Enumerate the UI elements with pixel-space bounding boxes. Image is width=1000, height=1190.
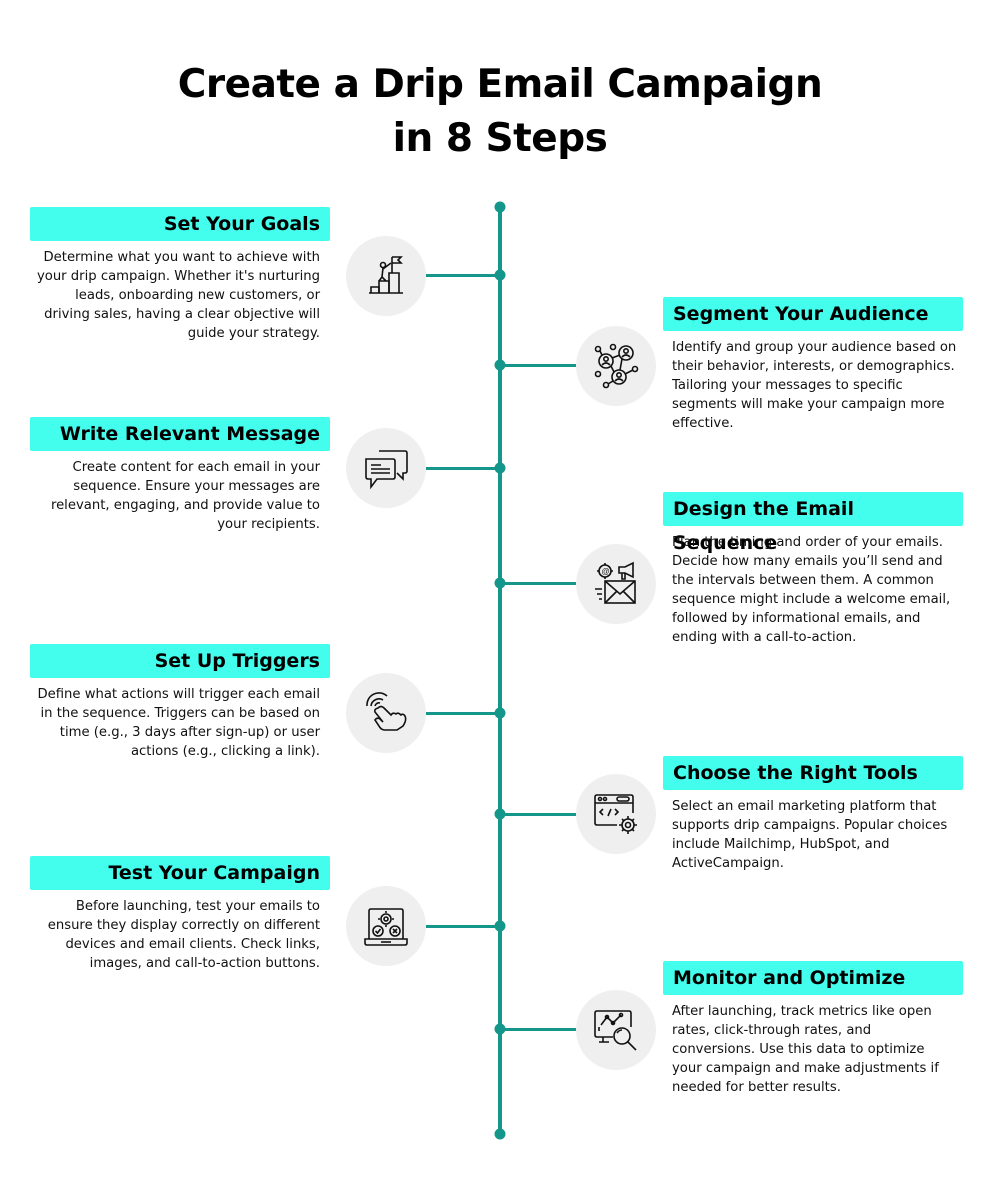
icon-badge — [346, 428, 426, 508]
step-description: Determine what you want to achieve with … — [36, 250, 320, 341]
title-line-1: Create a Drip Email Campaign — [177, 62, 823, 107]
icon-badge — [346, 886, 426, 966]
timeline-dot — [494, 269, 506, 281]
step-description: Plan the timing and order of your emails… — [672, 535, 951, 645]
step-title: Write Relevant Message — [30, 417, 330, 451]
title-line-2: in 8 Steps — [392, 116, 608, 161]
connector — [426, 925, 500, 928]
chat-bubbles-icon — [365, 450, 408, 490]
icon-badge — [576, 990, 656, 1070]
connector — [500, 582, 576, 585]
step-title: Choose the Right Tools — [663, 756, 963, 790]
connector — [500, 364, 576, 367]
email-megaphone-icon: @ — [595, 561, 636, 604]
connector — [426, 712, 500, 715]
step-description: Before launching, test your emails to en… — [47, 899, 320, 971]
step-description: Define what actions will trigger each em… — [37, 687, 320, 759]
step-title: Monitor and Optimize — [663, 961, 963, 995]
step-description: After launching, track metrics like open… — [672, 1004, 939, 1095]
step-description: Select an email marketing platform that … — [672, 799, 948, 871]
tap-hand-icon — [366, 692, 407, 731]
step-title: Design the Email Sequence — [663, 492, 963, 554]
browser-code-gear-icon — [594, 794, 637, 834]
icon-badge: @ — [576, 544, 656, 624]
icon-badge — [576, 774, 656, 854]
timeline-dot — [494, 808, 506, 820]
timeline-dot — [494, 1023, 506, 1035]
timeline-end-dot — [494, 1128, 506, 1140]
step-title: Test Your Campaign — [30, 856, 330, 890]
svg-text:@: @ — [602, 567, 610, 576]
timeline-dot — [494, 707, 506, 719]
timeline-line — [498, 207, 502, 1134]
timeline-dot — [494, 359, 506, 371]
connector — [426, 274, 500, 277]
connector — [500, 1028, 576, 1031]
step-description: Identify and group your audience based o… — [672, 340, 957, 431]
step-title: Set Up Triggers — [30, 644, 330, 678]
laptop-test-icon — [364, 908, 408, 946]
timeline-dot — [494, 920, 506, 932]
icon-badge — [346, 673, 426, 753]
connector — [500, 813, 576, 816]
timeline-start-dot — [494, 201, 506, 213]
step-title: Segment Your Audience — [663, 297, 963, 331]
timeline-dot — [494, 462, 506, 474]
step-description: Create content for each email in your se… — [50, 460, 320, 532]
timeline-dot — [494, 577, 506, 589]
analytics-magnifier-icon — [594, 1010, 637, 1051]
connector — [426, 467, 500, 470]
audience-network-icon — [594, 343, 639, 389]
icon-badge — [346, 236, 426, 316]
icon-badge — [576, 326, 656, 406]
page-title: Create a Drip Email Campaign in 8 Steps — [0, 58, 1000, 166]
goal-climb-flag-icon — [369, 256, 403, 294]
step-title: Set Your Goals — [30, 207, 330, 241]
